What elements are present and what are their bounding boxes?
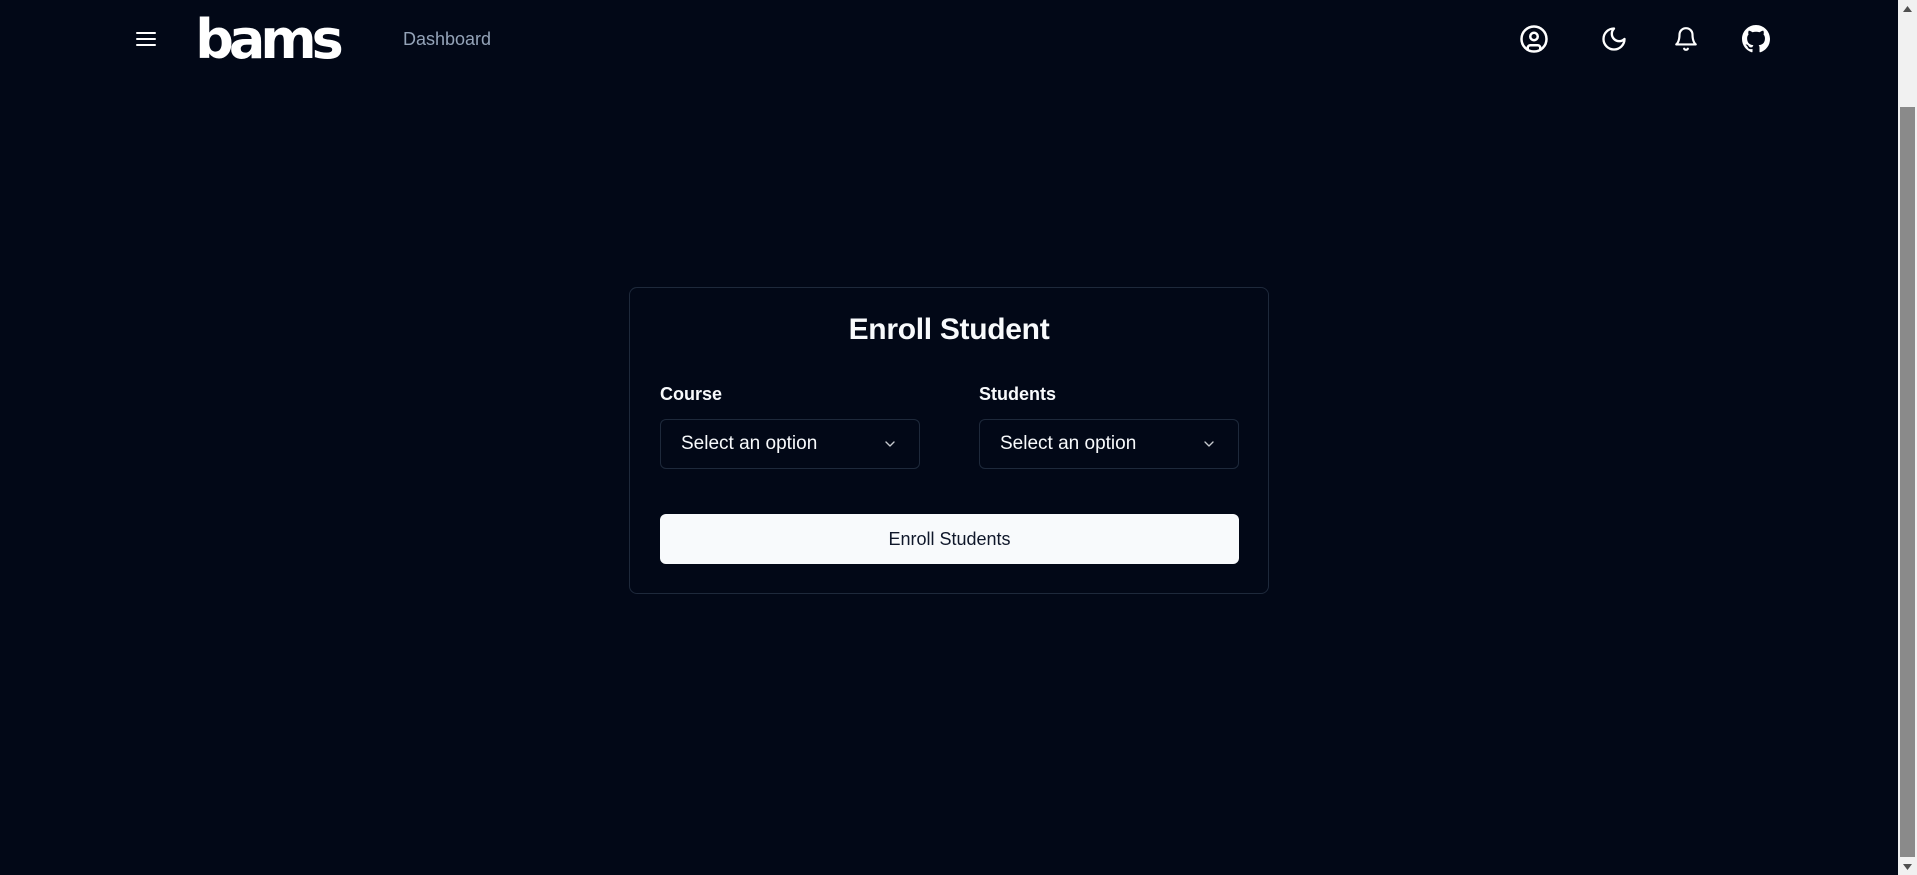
chevron-down-icon: [1200, 435, 1218, 453]
course-label: Course: [660, 384, 723, 404]
students-select[interactable]: Select an option: [979, 419, 1239, 469]
account-button[interactable]: [1517, 24, 1551, 58]
top-navbar: bams Dashboard: [0, 0, 1898, 82]
chevron-down-icon: [881, 435, 899, 453]
menu-icon: [135, 30, 157, 53]
students-select-value: Select an option: [1000, 433, 1137, 454]
course-select-value: Select an option: [681, 433, 818, 454]
vertical-scrollbar[interactable]: [1898, 0, 1917, 875]
enroll-students-button[interactable]: Enroll Students: [660, 514, 1239, 564]
page-title: Enroll Student: [848, 313, 1050, 346]
scrollbar-thumb[interactable]: [1900, 107, 1915, 857]
user-circle-icon: [1519, 24, 1549, 59]
scroll-up-arrow-icon[interactable]: [1898, 0, 1917, 17]
menu-button[interactable]: [130, 25, 162, 57]
scroll-down-arrow-icon[interactable]: [1898, 858, 1917, 875]
github-icon: [1742, 24, 1770, 58]
theme-toggle-button[interactable]: [1597, 24, 1631, 58]
moon-icon: [1600, 25, 1628, 58]
course-select[interactable]: Select an option: [660, 419, 920, 469]
notifications-button[interactable]: [1669, 24, 1703, 58]
students-label: Students: [979, 384, 1057, 404]
brand-logo[interactable]: bams: [195, 13, 344, 67]
github-button[interactable]: [1739, 24, 1773, 58]
enroll-student-card: Enroll Student Course Select an option S…: [629, 287, 1269, 594]
bell-icon: [1673, 26, 1699, 57]
nav-link-dashboard[interactable]: Dashboard: [403, 29, 491, 50]
page: bams Dashboard Enroll Student Course Sel…: [0, 0, 1917, 875]
